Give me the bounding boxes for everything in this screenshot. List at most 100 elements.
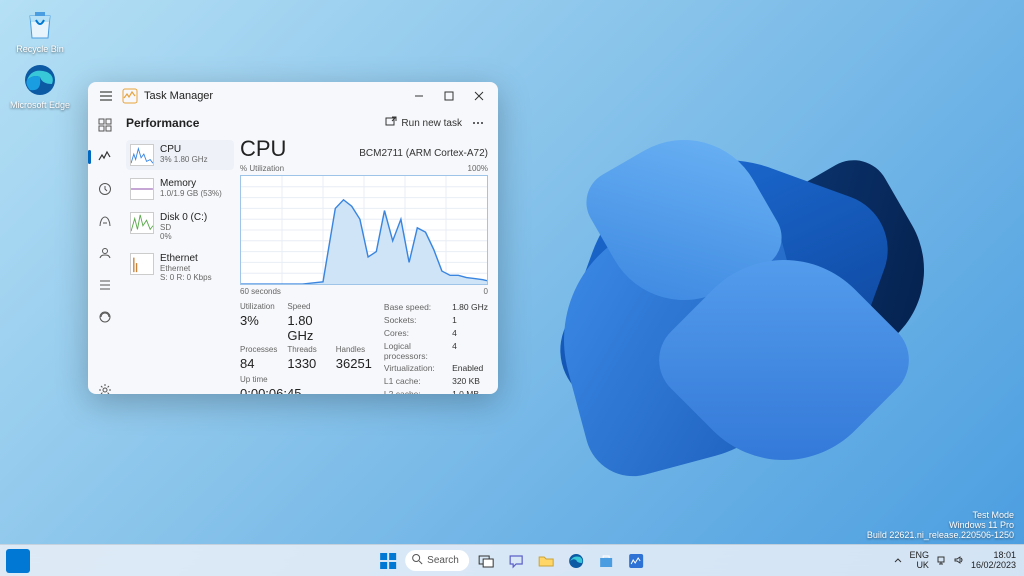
nav-rail — [88, 110, 122, 394]
nav-processes[interactable] — [94, 114, 116, 136]
search-label: Search — [427, 555, 459, 566]
perf-item-cpu[interactable]: CPU3% 1.80 GHz — [126, 140, 234, 170]
perf-item-sub2: 0% — [160, 232, 207, 241]
nav-users[interactable] — [94, 242, 116, 264]
stat-value-utilization: 3% — [240, 313, 277, 343]
nav-performance[interactable] — [94, 146, 116, 168]
stat-label: Up time — [240, 375, 372, 384]
perf-item-memory[interactable]: Memory1.0/1.9 GB (53%) — [126, 174, 234, 204]
chart-x-left: 60 seconds — [240, 287, 281, 296]
watermark-line: Windows 11 Pro — [867, 520, 1014, 530]
cpu-stats-secondary: Base speed:1.80 GHz Sockets:1 Cores:4 Lo… — [384, 302, 488, 394]
info-key: Sockets: — [384, 315, 444, 327]
detail-title: CPU — [240, 136, 286, 162]
perf-item-sub: 1.0/1.9 GB (53%) — [160, 189, 222, 198]
taskbar-clock[interactable]: 18:01 16/02/2023 — [971, 551, 1016, 571]
perf-item-sub2: S: 0 R: 0 Kbps — [160, 273, 212, 282]
stat-value-threads: 1330 — [287, 356, 325, 371]
search-icon — [411, 553, 423, 568]
stat-label: Processes — [240, 345, 277, 354]
watermark-line: Test Mode — [867, 510, 1014, 520]
close-button[interactable] — [464, 82, 494, 110]
cpu-mini-chart — [130, 144, 154, 166]
nav-details[interactable] — [94, 274, 116, 296]
performance-list: CPU3% 1.80 GHz Memory1.0/1.9 GB (53%) Di… — [126, 136, 234, 394]
info-key: L1 cache: — [384, 376, 444, 388]
stat-label: Utilization — [240, 302, 277, 311]
task-manager-window: Task Manager Performance Run new task — [88, 82, 498, 394]
stat-value-handles: 36251 — [336, 356, 372, 371]
stat-label: Handles — [336, 345, 372, 354]
taskbar-edge[interactable] — [563, 548, 589, 574]
info-val: 4 — [452, 328, 488, 340]
perf-item-disk[interactable]: Disk 0 (C:)SD0% — [126, 208, 234, 245]
ethernet-mini-chart — [130, 253, 154, 275]
tray-chevron-icon[interactable] — [893, 555, 903, 567]
chart-x-right: 0 — [484, 287, 488, 296]
start-button[interactable] — [375, 548, 401, 574]
taskbar-language[interactable]: ENG UK — [909, 551, 929, 571]
stat-value-processes: 84 — [240, 356, 277, 371]
cpu-model: BCM2711 (ARM Cortex-A72) — [359, 148, 488, 159]
info-val: 1 — [452, 315, 488, 327]
perf-item-sub: SD — [160, 223, 207, 232]
run-task-icon — [385, 116, 397, 131]
nav-settings[interactable] — [94, 379, 116, 394]
lang-secondary: UK — [909, 561, 929, 571]
taskbar: Search ENG UK 18:01 16/02/2023 — [0, 544, 1024, 576]
taskbar-task-view[interactable] — [473, 548, 499, 574]
network-icon[interactable] — [935, 554, 947, 568]
info-key: Base speed: — [384, 302, 444, 314]
desktop-icon-recycle-bin[interactable]: Recycle Bin — [6, 6, 74, 54]
desktop-watermark: Test Mode Windows 11 Pro Build 22621.ni_… — [867, 510, 1014, 540]
titlebar[interactable]: Task Manager — [88, 82, 498, 110]
perf-item-sub: 3% 1.80 GHz — [160, 155, 208, 164]
taskbar-store[interactable] — [593, 548, 619, 574]
info-val: 4 — [452, 341, 488, 363]
perf-item-ethernet[interactable]: EthernetEthernetS: 0 R: 0 Kbps — [126, 249, 234, 286]
edge-icon — [22, 62, 58, 98]
perf-item-sub: Ethernet — [160, 264, 212, 273]
perf-item-name: CPU — [160, 144, 208, 155]
info-key: Cores: — [384, 328, 444, 340]
cpu-utilization-chart — [240, 175, 488, 285]
info-key: Logical processors: — [384, 341, 444, 363]
maximize-button[interactable] — [434, 82, 464, 110]
stat-value-speed: 1.80 GHz — [287, 313, 325, 343]
info-val: 320 KB — [452, 376, 488, 388]
taskbar-search[interactable]: Search — [405, 550, 469, 571]
cpu-stats-primary: Utilization Speed 3% 1.80 GHz Processes … — [240, 302, 372, 394]
desktop-icon-label: Recycle Bin — [16, 44, 64, 54]
info-key: L2 cache: — [384, 389, 444, 394]
desktop-icon-edge[interactable]: Microsoft Edge — [6, 62, 74, 110]
taskbar-chat[interactable] — [503, 548, 529, 574]
recycle-bin-icon — [22, 6, 58, 42]
more-options-button[interactable] — [468, 113, 488, 133]
minimize-button[interactable] — [404, 82, 434, 110]
chart-y-max: 100% — [468, 164, 488, 173]
watermark-line: Build 22621.ni_release.220506-1250 — [867, 530, 1014, 540]
info-val: 1.0 MB — [452, 389, 488, 394]
nav-app-history[interactable] — [94, 178, 116, 200]
info-key: Virtualization: — [384, 363, 444, 375]
disk-mini-chart — [130, 212, 154, 234]
taskbar-task-manager[interactable] — [623, 548, 649, 574]
nav-startup[interactable] — [94, 210, 116, 232]
perf-item-name: Disk 0 (C:) — [160, 212, 207, 223]
volume-icon[interactable] — [953, 554, 965, 568]
taskbar-widgets-button[interactable] — [6, 549, 30, 573]
stat-label: Speed — [287, 302, 325, 311]
stat-label: Threads — [287, 345, 325, 354]
run-new-task-button[interactable]: Run new task — [379, 113, 468, 134]
info-val: Enabled — [452, 363, 488, 375]
desktop-icon-label: Microsoft Edge — [10, 100, 70, 110]
memory-mini-chart — [130, 178, 154, 200]
taskbar-explorer[interactable] — [533, 548, 559, 574]
stat-value-uptime: 0:00:06:45 — [240, 386, 372, 394]
run-task-label: Run new task — [401, 118, 462, 129]
task-manager-icon — [122, 88, 138, 104]
nav-services[interactable] — [94, 306, 116, 328]
chart-y-label: % Utilization — [240, 164, 284, 173]
clock-date: 16/02/2023 — [971, 561, 1016, 571]
hamburger-menu-button[interactable] — [96, 86, 116, 106]
